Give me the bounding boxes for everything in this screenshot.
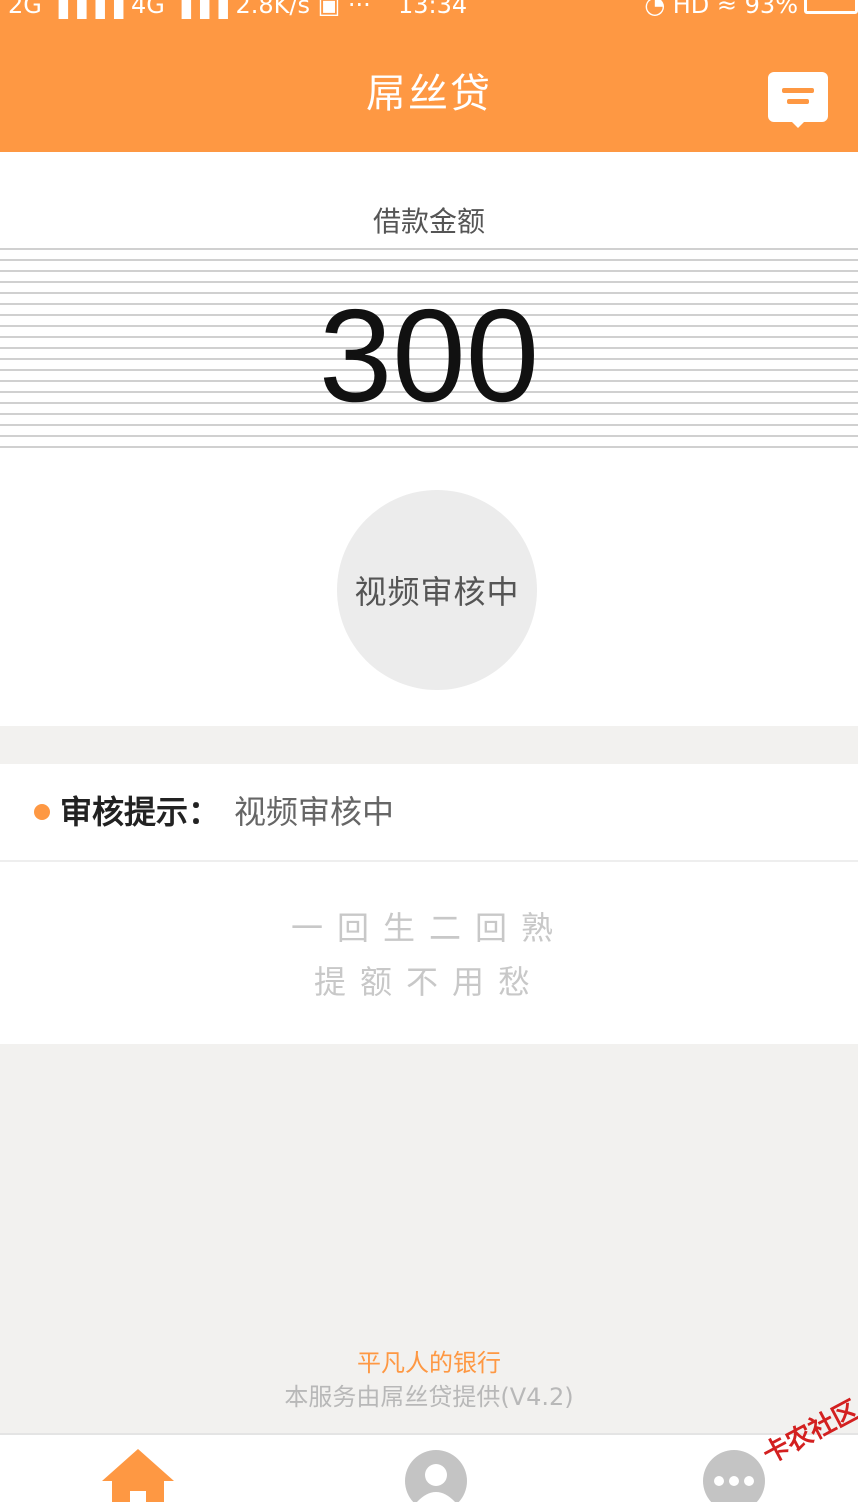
app-title: 屌丝贷 bbox=[366, 71, 492, 117]
bottom-tab-bar bbox=[0, 1433, 858, 1502]
loan-amount-value: 300 bbox=[318, 282, 540, 429]
orange-dot-icon bbox=[34, 804, 50, 820]
slogan-line-2: 提额不用愁 bbox=[313, 963, 544, 1001]
footer-provider: 本服务由屌丝贷提供(V4.2) bbox=[284, 1383, 574, 1411]
message-icon-line bbox=[787, 99, 809, 104]
status-bar-network: 2G ▐▐▐▐ 4G ▐▐▐ 2.8K/s ▣ ··· bbox=[8, 0, 371, 19]
loan-amount-label: 借款金额 bbox=[372, 205, 485, 238]
loan-amount-card: 借款金额 300 视频审核中 bbox=[0, 152, 858, 726]
more-icon bbox=[703, 1450, 765, 1502]
review-status-button[interactable]: 视频审核中 bbox=[337, 490, 537, 690]
tab-profile[interactable] bbox=[396, 1445, 476, 1502]
status-bar-time: 13:34 bbox=[398, 0, 468, 19]
review-tip-row: 审核提示： 视频审核中 bbox=[0, 764, 858, 862]
status-bar-indicators: ◔ HD ≈ 93% bbox=[644, 0, 798, 19]
review-tip-value: 视频审核中 bbox=[234, 793, 395, 831]
tab-more[interactable] bbox=[694, 1445, 774, 1502]
slogan-line-1: 一回生二回熟 bbox=[290, 909, 567, 947]
footer-tagline: 平凡人的银行 bbox=[357, 1349, 501, 1377]
review-tip-label: 审核提示： bbox=[60, 793, 221, 831]
message-icon[interactable] bbox=[768, 72, 828, 128]
navigation-bar: 屌丝贷 bbox=[0, 22, 858, 152]
user-icon bbox=[405, 1450, 467, 1502]
home-icon bbox=[102, 1449, 174, 1502]
slogan-box: 一回生二回熟 提额不用愁 bbox=[0, 862, 858, 1044]
review-status-text: 视频审核中 bbox=[354, 573, 520, 611]
message-icon-line bbox=[782, 88, 814, 93]
tab-home[interactable] bbox=[98, 1445, 178, 1502]
battery-icon bbox=[804, 0, 858, 14]
message-icon-tail bbox=[790, 120, 806, 128]
status-bar: 2G ▐▐▐▐ 4G ▐▐▐ 2.8K/s ▣ ··· 13:34 ◔ HD ≈… bbox=[0, 0, 858, 22]
